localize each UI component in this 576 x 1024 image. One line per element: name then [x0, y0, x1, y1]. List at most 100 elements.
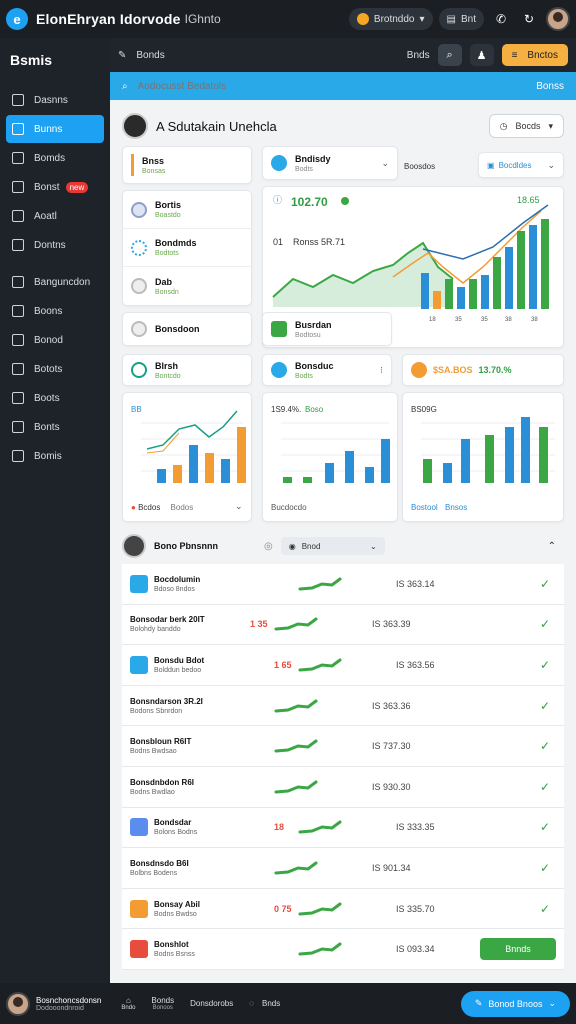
- chart-bar[interactable]: [457, 287, 465, 309]
- chart-bar[interactable]: [205, 453, 214, 483]
- sidebar-item-8[interactable]: Boons: [6, 297, 104, 325]
- list-item[interactable]: Bonsay Abil Bodns Bwdso 0 75 IS 335.70 ✓: [122, 888, 564, 930]
- check-icon[interactable]: ✓: [540, 739, 550, 753]
- search-input[interactable]: [137, 80, 527, 92]
- user-avatar[interactable]: [546, 7, 570, 31]
- card-row-3[interactable]: Bondmds Bodtots: [123, 229, 251, 267]
- list-dropdown[interactable]: ◉ Bnod ⌄: [280, 537, 385, 555]
- chart-bar[interactable]: [529, 225, 537, 309]
- check-icon[interactable]: ✓: [540, 780, 550, 794]
- app-logo-icon[interactable]: e: [6, 8, 28, 30]
- item-action-button[interactable]: Bnnds: [480, 938, 556, 961]
- bottom-item-4[interactable]: ◌ Bnds: [249, 999, 280, 1008]
- list-item[interactable]: Bonsodar berk 20IT Bolohdy banddo 1 35 IS 3…: [122, 604, 564, 646]
- chart-bar[interactable]: [189, 445, 198, 483]
- bottom-item-2[interactable]: Bonds Bonoos: [151, 996, 174, 1011]
- chart-bar[interactable]: [541, 219, 549, 309]
- sidebar-item-6[interactable]: Dontns: [6, 231, 104, 259]
- sidebar-item-5[interactable]: Aoatl: [6, 202, 104, 230]
- chart-bar[interactable]: [485, 435, 494, 483]
- chart-bar[interactable]: [325, 463, 334, 483]
- search-button[interactable]: ⌕: [437, 44, 462, 66]
- more-icon[interactable]: ⁝: [380, 365, 383, 376]
- chart-bar[interactable]: [237, 427, 246, 483]
- check-icon[interactable]: ✓: [540, 820, 550, 834]
- filter-card[interactable]: Bndisdy Bodts ⌄: [262, 146, 398, 180]
- refresh-icon[interactable]: ↻: [518, 8, 540, 30]
- stat-chip[interactable]: $SA.BOS 13.70.%: [402, 354, 564, 386]
- search-right-label[interactable]: Bonss: [536, 81, 564, 92]
- bottom-item-3[interactable]: Donsdorobs: [190, 999, 233, 1008]
- bottom-action-button[interactable]: ✎ Bonod Bnoos ⌄: [460, 990, 570, 1017]
- check-icon[interactable]: ✓: [540, 699, 550, 713]
- check-icon[interactable]: ✓: [540, 617, 550, 631]
- chart-bar[interactable]: [517, 231, 525, 309]
- chart-bar[interactable]: [505, 427, 514, 483]
- sidebar-item-9[interactable]: Bonod: [6, 326, 104, 354]
- check-icon[interactable]: ✓: [540, 658, 550, 672]
- chart-bar[interactable]: [443, 463, 452, 483]
- chart-bar[interactable]: [345, 451, 354, 483]
- sidebar-item-13[interactable]: Bomis: [6, 442, 104, 470]
- bottom-item-1[interactable]: ⌂ Bndo: [121, 996, 135, 1011]
- notification-button[interactable]: ♟: [469, 44, 494, 66]
- chevron-up-icon[interactable]: ⌃: [548, 541, 556, 552]
- list-item[interactable]: Bondsdar Bolons Bodns 18 IS 333.35 ✓: [122, 807, 564, 849]
- chart-bar[interactable]: [445, 279, 453, 309]
- list-item[interactable]: Bonsndarson 3R.2I Bodons Sbnrdon IS 363.36…: [122, 685, 564, 727]
- tools-icon[interactable]: ✎: [118, 50, 126, 61]
- check-icon[interactable]: ✓: [540, 861, 550, 875]
- tab-button[interactable]: ▤ Bnt: [438, 8, 484, 30]
- summary-card-7[interactable]: Busrdan Bodtosu: [262, 312, 392, 346]
- workspace-selector[interactable]: Brotnddo ▾: [348, 8, 433, 30]
- check-icon[interactable]: ✓: [540, 902, 550, 916]
- summary-card-5[interactable]: Bonsdoon: [122, 312, 252, 346]
- bottom-user[interactable]: Bosnchoncsdonsn Dodooondnroid: [6, 991, 101, 1016]
- chart-bar[interactable]: [303, 477, 312, 483]
- chart-bar[interactable]: [505, 247, 513, 309]
- chart-bar[interactable]: [521, 417, 530, 483]
- header-action-button[interactable]: ≡ Bnctos: [501, 44, 568, 66]
- sidebar-item-3[interactable]: Bomds: [6, 144, 104, 172]
- range-dropdown[interactable]: ▣ Bocdldes ⌄: [478, 152, 564, 178]
- chart-bar[interactable]: [421, 273, 429, 309]
- filter-icon[interactable]: ◎: [264, 541, 273, 552]
- chart-bar[interactable]: [493, 257, 501, 309]
- chart-bar[interactable]: [433, 291, 441, 309]
- compass-icon: [131, 362, 147, 378]
- card-row-2[interactable]: Bortis Boastdo: [123, 191, 251, 229]
- sidebar-item-dashboard[interactable]: Dasnns: [6, 86, 104, 114]
- sidebar-item-12[interactable]: Bonts: [6, 413, 104, 441]
- summary-card-1[interactable]: Bnss Bonsas: [122, 146, 252, 184]
- chart-bar[interactable]: [381, 439, 390, 483]
- chart-bar[interactable]: [173, 465, 182, 483]
- card-row-4[interactable]: Dab Bonsdn: [123, 267, 251, 305]
- sidebar-item-11[interactable]: Boots: [6, 384, 104, 412]
- sidebar-item-active[interactable]: Bunns: [6, 115, 104, 143]
- chart-bar[interactable]: [469, 279, 477, 309]
- chart-bar[interactable]: [423, 459, 432, 483]
- chart-bar[interactable]: [283, 477, 292, 483]
- page-dropdown[interactable]: ◷ Bocds ▾: [488, 114, 564, 138]
- list-item[interactable]: Bonsbloun R6IT Bodns Bwdsao IS 737.30 ✓: [122, 726, 564, 767]
- list-item[interactable]: Bonsdnbdon R6I Bodns Bwdlao IS 930.30 ✓: [122, 766, 564, 808]
- sidebar-item-7[interactable]: Banguncdon: [6, 268, 104, 296]
- chart-bar[interactable]: [481, 275, 489, 309]
- list-item[interactable]: Bonsdu Bdot Bolddun bedoo 1 65 IS 363.56 ✓: [122, 645, 564, 686]
- mini-chart-foot: Bostool: [411, 503, 438, 512]
- chart-bar[interactable]: [157, 469, 166, 483]
- sidebar-item-10[interactable]: Botots: [6, 355, 104, 383]
- sidebar-item-4[interactable]: Bonst new: [6, 173, 104, 201]
- chevron-down-icon[interactable]: ⌄: [235, 501, 243, 512]
- chart-bar[interactable]: [365, 467, 374, 483]
- summary-card-9[interactable]: Bonsduc Bodts ⁝: [262, 354, 392, 386]
- list-item[interactable]: Bonshlot Bodns Bsnss IS 093.34 Bnnds: [122, 929, 564, 970]
- list-item[interactable]: Bocdolumin Bdoso 8ndos IS 363.14 ✓: [122, 564, 564, 605]
- chart-bar[interactable]: [461, 439, 470, 483]
- check-icon[interactable]: ✓: [540, 577, 550, 591]
- list-item[interactable]: Bonsdnsdo B6I Bolbns Bodens IS 901.34 ✓: [122, 848, 564, 889]
- summary-card-8[interactable]: Blrsh Bontcdo: [122, 354, 252, 386]
- phone-icon[interactable]: ✆: [490, 8, 512, 30]
- chart-bar[interactable]: [221, 459, 230, 483]
- chart-bar[interactable]: [539, 427, 548, 483]
